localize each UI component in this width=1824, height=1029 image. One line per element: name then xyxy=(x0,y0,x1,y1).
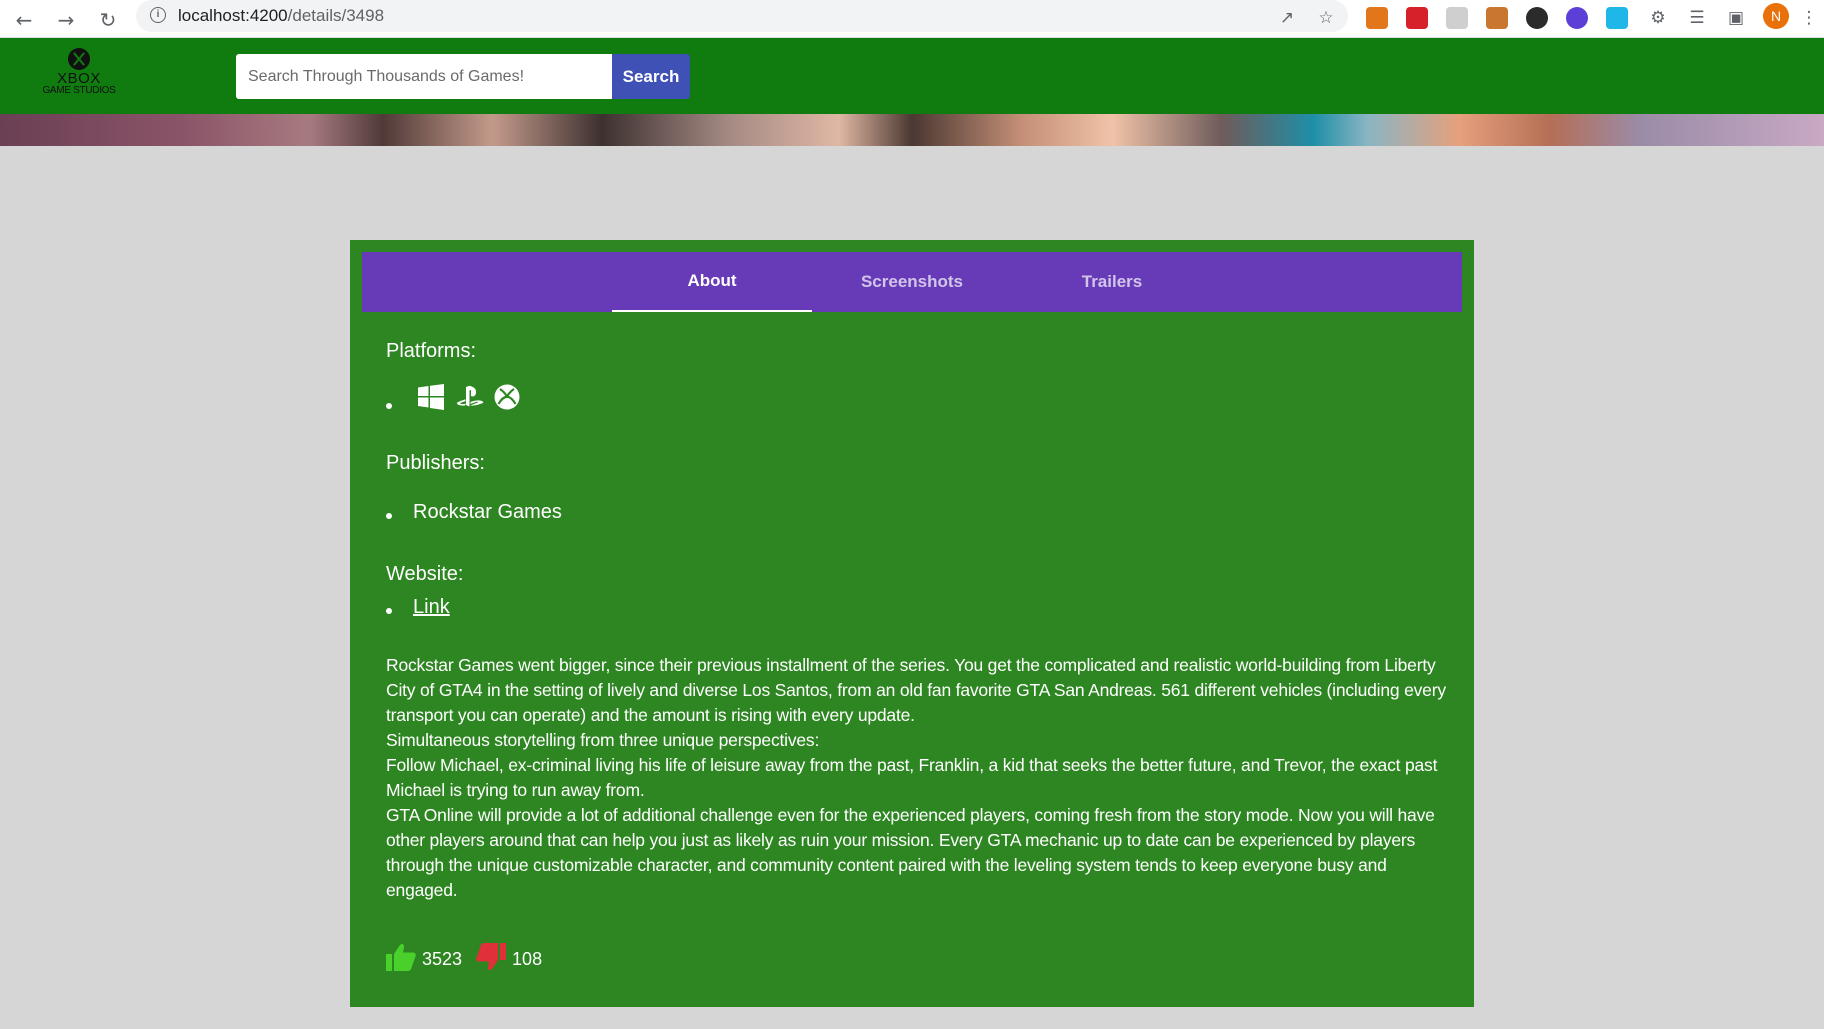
site-info-icon[interactable]: i xyxy=(150,7,166,23)
website-label: Website: xyxy=(386,563,464,585)
bookmark-star-icon[interactable]: ☆ xyxy=(1313,5,1339,31)
xbox-logo[interactable]: XBOX GAME STUDIOS xyxy=(34,48,124,100)
playstation-icon xyxy=(456,384,484,410)
url-text[interactable]: localhost:4200/details/3498 xyxy=(178,6,384,26)
search-input[interactable] xyxy=(236,54,612,99)
website-link[interactable]: Link xyxy=(413,596,450,619)
windows-icon xyxy=(418,384,444,410)
tab-about[interactable]: About xyxy=(612,252,812,312)
xbox-sphere-icon xyxy=(68,48,90,70)
dislikes-count: 108 xyxy=(512,948,543,969)
description-paragraph: Simultaneous storytelling from three uni… xyxy=(386,730,820,750)
dislike-extension-icon[interactable] xyxy=(1406,7,1428,29)
logo-line1: XBOX xyxy=(57,70,101,87)
url-host: localhost:4200 xyxy=(178,6,288,25)
extension-icon[interactable] xyxy=(1606,7,1628,29)
menu-kebab-icon[interactable]: ⋮ xyxy=(1796,5,1822,31)
list-bullet xyxy=(386,513,392,519)
publisher-item: Rockstar Games xyxy=(413,501,562,523)
back-icon[interactable]: ← xyxy=(10,6,38,34)
list-bullet xyxy=(386,608,392,614)
reading-list-icon[interactable]: ☰ xyxy=(1684,5,1710,31)
address-bar[interactable]: i localhost:4200/details/3498 ↗ ☆ xyxy=(136,0,1348,32)
puzzle-extensions-icon[interactable]: ⚙ xyxy=(1645,5,1671,31)
side-panel-icon[interactable]: ▣ xyxy=(1723,5,1749,31)
extension-icon[interactable] xyxy=(1446,7,1468,29)
search-button[interactable]: Search xyxy=(612,54,690,99)
rating-votes: 3523 108 xyxy=(386,942,556,976)
details-card: About Screenshots Trailers Platforms: Pu… xyxy=(350,240,1474,1007)
tab-trailers[interactable]: Trailers xyxy=(1012,252,1212,312)
xbox-icon xyxy=(494,384,520,410)
tab-screenshots[interactable]: Screenshots xyxy=(812,252,1012,312)
url-path: /details/3498 xyxy=(287,6,385,25)
hero-banner-image xyxy=(0,114,1824,146)
browser-toolbar: ← → ↻ i localhost:4200/details/3498 ↗ ☆ … xyxy=(0,0,1824,38)
description-paragraph: Follow Michael, ex-criminal living his l… xyxy=(386,755,1438,800)
profile-avatar[interactable]: N xyxy=(1763,3,1789,29)
metamask-extension-icon[interactable] xyxy=(1366,7,1388,29)
platforms-label: Platforms: xyxy=(386,340,477,362)
publishers-label: Publishers: xyxy=(386,452,485,474)
tab-bar: About Screenshots Trailers xyxy=(362,252,1462,312)
thumbs-down-icon[interactable] xyxy=(476,942,507,976)
list-bullet xyxy=(386,403,392,409)
extension-icon[interactable] xyxy=(1566,7,1588,29)
forward-icon[interactable]: → xyxy=(52,6,80,34)
logo-line2: GAME STUDIOS xyxy=(42,85,116,96)
likes-count: 3523 xyxy=(422,948,463,969)
extension-icon[interactable] xyxy=(1486,7,1508,29)
description-paragraph: Rockstar Games went bigger, since their … xyxy=(386,655,1446,725)
description-paragraph: GTA Online will provide a lot of additio… xyxy=(386,805,1435,900)
share-icon[interactable]: ↗ xyxy=(1274,5,1300,31)
reload-icon[interactable]: ↻ xyxy=(94,6,122,34)
pirate-extension-icon[interactable] xyxy=(1526,7,1548,29)
thumbs-up-icon[interactable] xyxy=(386,943,416,976)
game-description: Rockstar Games went bigger, since their … xyxy=(386,653,1446,903)
